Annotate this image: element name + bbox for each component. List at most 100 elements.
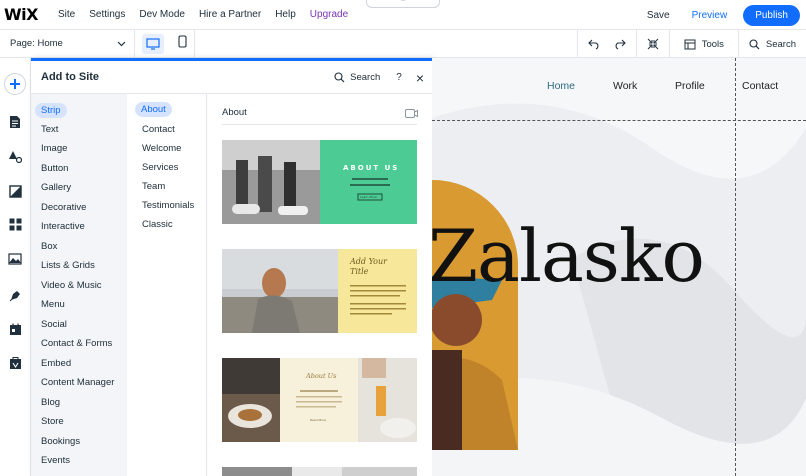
chevron-down-icon — [117, 41, 126, 46]
category-text[interactable]: Text — [41, 124, 58, 135]
about-strip-preview-3[interactable]: About Us Read More — [222, 358, 417, 442]
category-contact-forms[interactable]: Contact & Forms — [41, 338, 112, 349]
site-nav-profile[interactable]: Profile — [675, 80, 705, 92]
menu-dev-mode[interactable]: Dev Mode — [139, 9, 185, 20]
category-menu[interactable]: Menu — [41, 299, 65, 310]
panel-title: Add to Site — [41, 71, 100, 83]
category-bookings[interactable]: Bookings — [41, 436, 80, 447]
category-store[interactable]: Store — [41, 416, 64, 427]
category-decorative[interactable]: Decorative — [41, 202, 86, 213]
wix-logo[interactable]: WiX — [4, 5, 44, 24]
add-elements-button[interactable] — [4, 73, 26, 95]
media-button[interactable] — [6, 250, 24, 268]
subcategory-testimonials[interactable]: Testimonials — [142, 200, 194, 211]
category-strip[interactable]: Strip — [35, 103, 67, 118]
subcategory-classic[interactable]: Classic — [142, 219, 173, 230]
top-bar: WiX Site Settings Dev Mode Hire a Partne… — [0, 0, 806, 30]
preview-1-heading: ABOUT US — [343, 164, 400, 172]
panel-search-button[interactable]: Search — [334, 72, 380, 83]
left-rail — [0, 58, 31, 476]
category-social[interactable]: Social — [41, 319, 67, 330]
menu-site[interactable]: Site — [58, 9, 75, 20]
calendar-icon — [9, 323, 21, 335]
blog-button[interactable] — [6, 286, 24, 304]
design-button[interactable] — [6, 148, 24, 166]
wix-app-market-button[interactable] — [6, 354, 24, 372]
category-list: Strip Text Image Button Gallery Decorati… — [31, 94, 127, 476]
subcategory-services[interactable]: Services — [142, 162, 178, 173]
menu-help[interactable]: Help — [275, 9, 296, 20]
site-nav-work[interactable]: Work — [613, 80, 637, 92]
site-nav-home[interactable]: Home — [547, 80, 575, 92]
category-events[interactable]: Events — [41, 455, 70, 466]
top-menu: Site Settings Dev Mode Hire a Partner He… — [44, 9, 348, 20]
search-icon — [749, 38, 760, 49]
subcategory-contact[interactable]: Contact — [142, 124, 175, 135]
preview-1-image — [222, 140, 417, 224]
panel-header: Add to Site Search ? × — [31, 61, 432, 94]
subcategory-about[interactable]: About — [135, 102, 172, 117]
preview-button[interactable]: Preview — [692, 10, 728, 21]
device-switcher — [135, 29, 195, 58]
subcategory-welcome[interactable]: Welcome — [142, 143, 181, 154]
category-blog[interactable]: Blog — [41, 397, 60, 408]
undo-redo-group — [576, 30, 636, 58]
paint-icon — [9, 151, 22, 164]
undo-icon[interactable] — [587, 39, 601, 50]
search-icon — [334, 72, 345, 83]
category-box[interactable]: Box — [41, 241, 57, 252]
page-icon — [10, 116, 20, 128]
mobile-view-button[interactable] — [178, 34, 187, 53]
add-to-site-panel: Add to Site Search ? × Strip Text Image … — [31, 58, 432, 476]
pages-button[interactable] — [6, 113, 24, 131]
background-icon — [8, 184, 22, 198]
category-interactive[interactable]: Interactive — [41, 221, 85, 232]
save-button[interactable]: Save — [647, 10, 670, 21]
site-canvas[interactable]: Home Work Profile Contact Zalasko — [432, 58, 806, 476]
hero-title[interactable]: Zalasko — [432, 214, 705, 298]
menu-settings[interactable]: Settings — [89, 9, 125, 20]
preview-2-heading: Add Your Title — [350, 257, 387, 276]
collapse-toolbar-button[interactable]: ⌃ — [366, 0, 440, 8]
category-image[interactable]: Image — [41, 143, 67, 154]
editor-search-label: Search — [765, 38, 796, 50]
about-strip-preview-1[interactable]: ABOUT US Learn More — [222, 140, 417, 224]
category-gallery[interactable]: Gallery — [41, 182, 71, 193]
zoom-out-button[interactable] — [635, 30, 669, 58]
category-video-music[interactable]: Video & Music — [41, 280, 102, 291]
help-icon[interactable]: ? — [396, 72, 402, 83]
collapse-arrows-icon — [647, 38, 659, 50]
about-strip-preview-2[interactable]: Add Your Title — [222, 249, 417, 333]
menu-hire-a-partner[interactable]: Hire a Partner — [199, 9, 261, 20]
strip-previews: About ABOUT US Learn More Add Your Title… — [207, 94, 432, 476]
about-strip-preview-4[interactable] — [222, 467, 417, 476]
apps-button[interactable] — [6, 215, 24, 233]
close-icon[interactable]: × — [416, 70, 424, 86]
editor-search-button[interactable]: Search — [737, 30, 806, 58]
desktop-view-button[interactable] — [142, 33, 164, 54]
menu-upgrade[interactable]: Upgrade — [310, 9, 348, 20]
subcategory-team[interactable]: Team — [142, 181, 165, 192]
page-selector[interactable]: Page: Home — [0, 29, 135, 58]
preview-1-button: Learn More — [360, 195, 377, 199]
publish-button[interactable]: Publish — [743, 4, 800, 26]
category-embed[interactable]: Embed — [41, 358, 71, 369]
preview-4-image — [222, 467, 417, 476]
bookings-button[interactable] — [6, 320, 24, 338]
plus-icon — [10, 79, 20, 89]
site-nav-contact[interactable]: Contact — [742, 80, 778, 92]
category-content-manager[interactable]: Content Manager — [41, 377, 114, 388]
tools-label: Tools — [701, 38, 724, 50]
tools-button[interactable]: Tools — [668, 30, 738, 58]
category-lists-grids[interactable]: Lists & Grids — [41, 260, 95, 271]
toolbar-right: Tools Search — [576, 30, 806, 58]
tools-icon — [684, 39, 696, 49]
video-icon — [405, 109, 418, 118]
redo-icon[interactable] — [613, 39, 626, 50]
panel-header-actions: Search ? × — [334, 61, 424, 94]
section-title: About — [222, 107, 247, 118]
section-divider — [222, 124, 417, 125]
preview-3-image — [222, 358, 417, 442]
background-button[interactable] — [6, 182, 24, 200]
category-button[interactable]: Button — [41, 163, 68, 174]
